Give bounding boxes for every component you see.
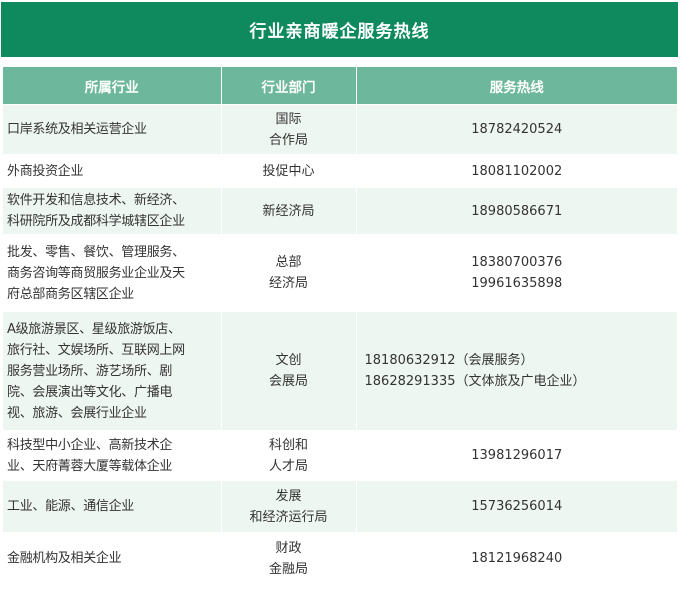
hotline-cell: 18121968240 xyxy=(356,532,677,585)
dept-cell-line: 投促中心 xyxy=(262,163,315,179)
industry-cell: 外商投资企业 xyxy=(3,154,222,188)
dept-cell: 国际 合作局 xyxy=(221,104,357,155)
hotline-cell: 18180632912（会展服务） 18628291335（文体旅及广电企业） xyxy=(356,311,677,431)
table-row: 批发、零售、餐饮、管理服务、 商务咨询等商贸服务业企业及天 府总部商务区辖区企业 总部… xyxy=(3,234,677,312)
dept-cell: 文创 会展局 xyxy=(221,311,357,431)
table-row: 外商投资企业 投促中心 18081102002 xyxy=(3,154,677,188)
industry-cell-line: 业、天府菁蓉大厦等载体企业 xyxy=(7,458,173,474)
industry-cell: 口岸系统及相关运营企业 xyxy=(3,104,222,155)
dept-cell: 投促中心 xyxy=(221,154,357,188)
industry-cell-line: A级旅游景区、星级旅游饭店、 xyxy=(7,321,181,337)
industry-cell: 批发、零售、餐饮、管理服务、 商务咨询等商贸服务业企业及天 府总部商务区辖区企业 xyxy=(3,234,222,312)
dept-cell-line: 人才局 xyxy=(268,458,308,474)
hotline-table: 所属行业 行业部门 服务热线 口岸系统及相关运营企业 国际合作局 187824205… xyxy=(3,67,677,585)
industry-cell-line: 服务营业场所、游艺场所、剧 xyxy=(7,363,173,379)
dept-cell: 总部 经济局 xyxy=(221,234,357,312)
industry-cell-line: 批发、零售、餐饮、管理服务、 xyxy=(7,244,185,260)
hotline-cell-line: 18380700376 xyxy=(471,255,563,270)
hotline-cell-line: 13981296017 xyxy=(471,448,563,463)
header-hotline: 服务热线 xyxy=(356,67,677,105)
dept-cell: 财政 金融局 xyxy=(221,532,357,585)
table-row: 口岸系统及相关运营企业 国际合作局 18782420524 xyxy=(3,104,677,155)
industry-cell: 软件开发和信息技术、新经济、 科研院所及成都科学城辖区企业 xyxy=(3,187,222,235)
industry-cell: A级旅游景区、星级旅游饭店、 旅行社、文娱场所、互联网上网 服务营业场所、游艺场所、… xyxy=(3,311,222,431)
industry-cell: 工业、能源、通信企业 xyxy=(3,480,222,533)
industry-cell-line: 口岸系统及相关运营企业 xyxy=(7,122,147,137)
hotline-cell: 18980586671 xyxy=(356,187,677,235)
table-row: 金融机构及相关企业 财政金融局 18121968240 xyxy=(3,532,677,585)
industry-cell-line: 金融机构及相关企业 xyxy=(7,551,122,567)
table-header-row: 所属行业 行业部门 服务热线 xyxy=(3,67,677,105)
hotline-cell-line: 19961635898 xyxy=(471,276,563,291)
dept-cell-line: 科创和 xyxy=(268,437,308,453)
industry-cell-line: 商务咨询等商贸服务业企业及天 xyxy=(7,265,185,281)
industry-cell-line: 外商投资企业 xyxy=(7,163,84,179)
industry-cell: 金融机构及相关企业 xyxy=(3,532,222,585)
header-dept: 行业部门 xyxy=(221,67,357,105)
dept-cell-line: 经济局 xyxy=(268,276,308,291)
dept-cell-line: 新经济局 xyxy=(262,203,315,219)
hotline-cell-line: 18980586671 xyxy=(471,203,563,219)
hotline-cell: 18081102002 xyxy=(356,154,677,188)
table-row: 科技型中小企业、高新技术企 业、天府菁蓉大厦等载体企业 科创和 人才局 13981296… xyxy=(3,430,677,481)
page-title: 行业亲商暖企服务热线 xyxy=(1,2,678,57)
hotline-cell-line: 15736256014 xyxy=(471,499,563,514)
dept-cell-line: 和经济运行局 xyxy=(249,509,328,525)
industry-cell-line: 旅行社、文娱场所、互联网上网 xyxy=(7,342,185,358)
dept-cell-line: 财政 xyxy=(275,540,302,556)
hotline-cell-line: 18081102002 xyxy=(471,163,563,179)
hotline-cell-line: 18628291335（文体旅及广电企业） xyxy=(364,374,586,389)
dept-cell-line: 会展局 xyxy=(268,374,308,389)
table-row: A级旅游景区、星级旅游饭店、 旅行社、文娱场所、互联网上网 服务营业场所、游艺场所、… xyxy=(3,311,677,431)
hotline-cell: 18380700376 19961635898 xyxy=(356,234,677,312)
table-row: 软件开发和信息技术、新经济、 科研院所及成都科学城辖区企业 新经济局 18980586… xyxy=(3,187,677,235)
dept-cell-line: 国际 xyxy=(275,111,302,127)
dept-cell-line: 合作局 xyxy=(268,132,308,148)
industry-cell-line: 工业、能源、通信企业 xyxy=(7,499,135,514)
industry-cell-line: 视、旅游、会展行业企业 xyxy=(7,405,147,421)
industry-cell-line: 科研院所及成都科学城辖区企业 xyxy=(7,214,185,229)
dept-cell-line: 金融局 xyxy=(268,561,308,577)
dept-cell-line: 文创 xyxy=(275,353,302,368)
dept-cell: 发展 和经济运行局 xyxy=(221,480,357,533)
table-row: 工业、能源、通信企业 发展和经济运行局 15736256014 xyxy=(3,480,677,533)
hotline-cell: 15736256014 xyxy=(356,480,677,533)
dept-cell: 科创和 人才局 xyxy=(221,430,357,481)
industry-cell-line: 院、会展演出等文化、广播电 xyxy=(7,384,173,400)
industry-cell: 科技型中小企业、高新技术企 业、天府菁蓉大厦等载体企业 xyxy=(3,430,222,481)
dept-cell-line: 发展 xyxy=(275,488,302,504)
dept-cell: 新经济局 xyxy=(221,187,357,235)
hotline-cell: 18782420524 xyxy=(356,104,677,155)
hotline-cell-line: 18180632912（会展服务） xyxy=(364,353,534,368)
hotline-cell-line: 18782420524 xyxy=(471,122,563,137)
hotline-cell-line: 18121968240 xyxy=(471,551,563,567)
industry-cell-line: 府总部商务区辖区企业 xyxy=(7,286,135,302)
header-industry: 所属行业 xyxy=(3,67,222,105)
industry-cell-line: 科技型中小企业、高新技术企 xyxy=(7,437,173,453)
dept-cell-line: 总部 xyxy=(275,255,302,270)
industry-cell-line: 软件开发和信息技术、新经济、 xyxy=(7,193,185,208)
hotline-cell: 13981296017 xyxy=(356,430,677,481)
